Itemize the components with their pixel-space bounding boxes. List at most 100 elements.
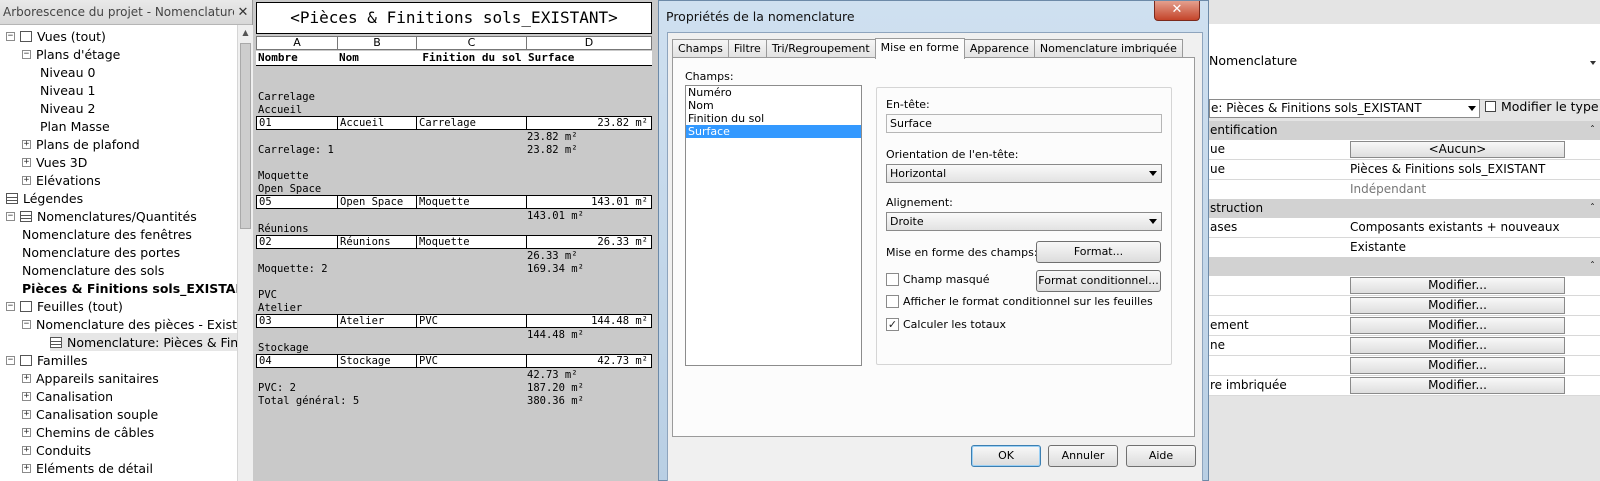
table-row[interactable]: 03 Atelier PVC 144.48 m²: [256, 314, 652, 328]
header-input[interactable]: Surface: [886, 114, 1162, 133]
expand-icon[interactable]: +: [22, 139, 31, 149]
modify-button[interactable]: Modifier...: [1350, 317, 1565, 334]
cell-surface[interactable]: 26.33 m²: [527, 236, 651, 248]
section-other[interactable]: ˆ: [1209, 257, 1600, 276]
edit-type-button[interactable]: Modifier le type: [1485, 99, 1599, 114]
property-row[interactable]: Modifier...: [1209, 296, 1600, 316]
expand-icon[interactable]: +: [22, 391, 31, 401]
tab-mise-en-forme[interactable]: Mise en forme: [874, 38, 965, 59]
tree-item[interactable]: + Chemins de câbles: [22, 423, 154, 441]
property-row[interactable]: ne Modifier...: [1209, 336, 1600, 356]
tree-item[interactable]: Nomenclature des sols: [22, 261, 164, 279]
tree-item[interactable]: Niveau 2: [40, 99, 95, 117]
cell-nom[interactable]: Accueil: [338, 117, 417, 129]
expand-icon[interactable]: +: [22, 175, 31, 185]
column-letter[interactable]: B: [338, 37, 417, 49]
project-browser-scrollbar[interactable]: ▲: [237, 25, 253, 481]
property-value-button[interactable]: <Aucun>: [1350, 141, 1565, 158]
property-row[interactable]: Modifier...: [1209, 276, 1600, 296]
tree-item[interactable]: + Plans de plafond: [22, 135, 140, 153]
close-icon[interactable]: ✕: [1154, 1, 1200, 21]
show-conditional-checkbox[interactable]: Afficher le format conditionnel sur les …: [886, 295, 1153, 308]
schedule-title[interactable]: <Pièces & Finitions sols_EXISTANT>: [256, 2, 652, 34]
table-row[interactable]: 05 Open Space Moquette 143.01 m²: [256, 195, 652, 209]
scroll-thumb[interactable]: [240, 43, 251, 229]
table-row[interactable]: 02 Réunions Moquette 26.33 m²: [256, 235, 652, 249]
column-letter[interactable]: A: [257, 37, 338, 49]
tab-nomenclature-imbriquee[interactable]: Nomenclature imbriquée: [1033, 39, 1183, 58]
type-selector[interactable]: Nomenclature: [1209, 24, 1600, 100]
ok-button[interactable]: OK: [971, 445, 1041, 467]
tree-item[interactable]: + Appareils sanitaires: [22, 369, 159, 387]
collapse-icon[interactable]: −: [6, 301, 15, 311]
collapse-icon[interactable]: −: [22, 49, 31, 59]
property-row[interactable]: ases Composants existants + nouveaux: [1209, 218, 1600, 238]
collapse-icon[interactable]: −: [6, 31, 15, 41]
expand-icon[interactable]: +: [22, 445, 31, 455]
cell-nom[interactable]: Atelier: [338, 315, 417, 327]
list-item[interactable]: Finition du sol: [686, 112, 861, 125]
list-item[interactable]: Nom: [686, 99, 861, 112]
cell-nombre[interactable]: 02: [257, 236, 338, 248]
help-button[interactable]: Aide: [1126, 445, 1196, 467]
tree-item[interactable]: + Eléments de détail: [22, 459, 153, 477]
section-identification[interactable]: entification ˆ: [1209, 121, 1600, 140]
tab-tri-regroupement[interactable]: Tri/Regroupement: [765, 39, 876, 58]
tree-item[interactable]: + Canalisation souple: [22, 405, 158, 423]
cell-finition[interactable]: PVC: [417, 315, 527, 327]
property-row[interactable]: re imbriquée Modifier...: [1209, 376, 1600, 396]
hidden-field-checkbox[interactable]: Champ masqué: [886, 273, 990, 286]
format-button[interactable]: Format...: [1036, 241, 1161, 263]
column-letter[interactable]: D: [527, 37, 651, 49]
tree-item[interactable]: + Vues 3D: [22, 153, 87, 171]
list-item-selected[interactable]: Surface: [686, 125, 861, 138]
cell-finition[interactable]: Moquette: [417, 196, 527, 208]
property-row[interactable]: ement Modifier...: [1209, 316, 1600, 336]
tree-item[interactable]: − Nomenclatures/Quantités: [6, 207, 197, 225]
checkmark-icon[interactable]: ✓: [886, 318, 899, 331]
tree-item[interactable]: Niveau 1: [40, 81, 95, 99]
cell-nombre[interactable]: 05: [257, 196, 338, 208]
collapse-icon[interactable]: ˆ: [1590, 199, 1595, 218]
tree-item[interactable]: − Plans d'étage: [22, 45, 120, 63]
collapse-icon[interactable]: ˆ: [1590, 257, 1595, 276]
calculate-totals-checkbox[interactable]: ✓ Calculer les totaux: [886, 318, 1006, 331]
property-row[interactable]: ue <Aucun>: [1209, 140, 1600, 160]
header-surface[interactable]: Surface: [526, 51, 650, 65]
cell-surface[interactable]: 23.82 m²: [527, 117, 651, 129]
tree-item[interactable]: Nomenclature des portes: [22, 243, 180, 261]
tree-item[interactable]: Plan Masse: [40, 117, 110, 135]
table-row[interactable]: 01 Accueil Carrelage 23.82 m²: [256, 116, 652, 130]
property-row[interactable]: ue Pièces & Finitions sols_EXISTANT: [1209, 160, 1600, 180]
cell-nombre[interactable]: 04: [257, 355, 338, 367]
tree-item[interactable]: Nomenclature: Pièces & Finitio: [50, 333, 237, 351]
cell-nombre[interactable]: 03: [257, 315, 338, 327]
tree-item[interactable]: − Familles: [6, 351, 88, 369]
modify-button[interactable]: Modifier...: [1350, 377, 1565, 394]
cell-finition[interactable]: Carrelage: [417, 117, 527, 129]
tree-item[interactable]: + Elévations: [22, 171, 101, 189]
cell-nom[interactable]: Open Space: [338, 196, 417, 208]
header-finition[interactable]: Finition du sol: [416, 51, 526, 65]
tree-item[interactable]: + Conduits: [22, 441, 91, 459]
instance-filter-select[interactable]: e: Pièces & Finitions sols_EXISTANT: [1209, 99, 1480, 118]
property-row[interactable]: Existante: [1209, 238, 1600, 258]
modify-button[interactable]: Modifier...: [1350, 337, 1565, 354]
orientation-select[interactable]: Horizontal: [886, 164, 1162, 183]
cell-surface[interactable]: 144.48 m²: [527, 315, 651, 327]
property-row[interactable]: Indépendant: [1209, 180, 1600, 200]
column-letter[interactable]: C: [417, 37, 527, 49]
property-row[interactable]: Modifier...: [1209, 356, 1600, 376]
tab-filtre[interactable]: Filtre: [727, 39, 767, 58]
tree-item[interactable]: − Nomenclature des pièces - Existant: [22, 315, 237, 333]
property-value[interactable]: Existante: [1350, 240, 1406, 254]
property-value[interactable]: Composants existants + nouveaux: [1350, 220, 1560, 234]
tree-item[interactable]: Légendes: [6, 189, 83, 207]
modify-button[interactable]: Modifier...: [1350, 277, 1565, 294]
cancel-button[interactable]: Annuler: [1048, 445, 1118, 467]
cell-finition[interactable]: Moquette: [417, 236, 527, 248]
modify-button[interactable]: Modifier...: [1350, 297, 1565, 314]
cell-surface[interactable]: 143.01 m²: [527, 196, 651, 208]
chevron-down-icon[interactable]: [1590, 61, 1596, 65]
tree-item[interactable]: Nomenclature des fenêtres: [22, 225, 192, 243]
